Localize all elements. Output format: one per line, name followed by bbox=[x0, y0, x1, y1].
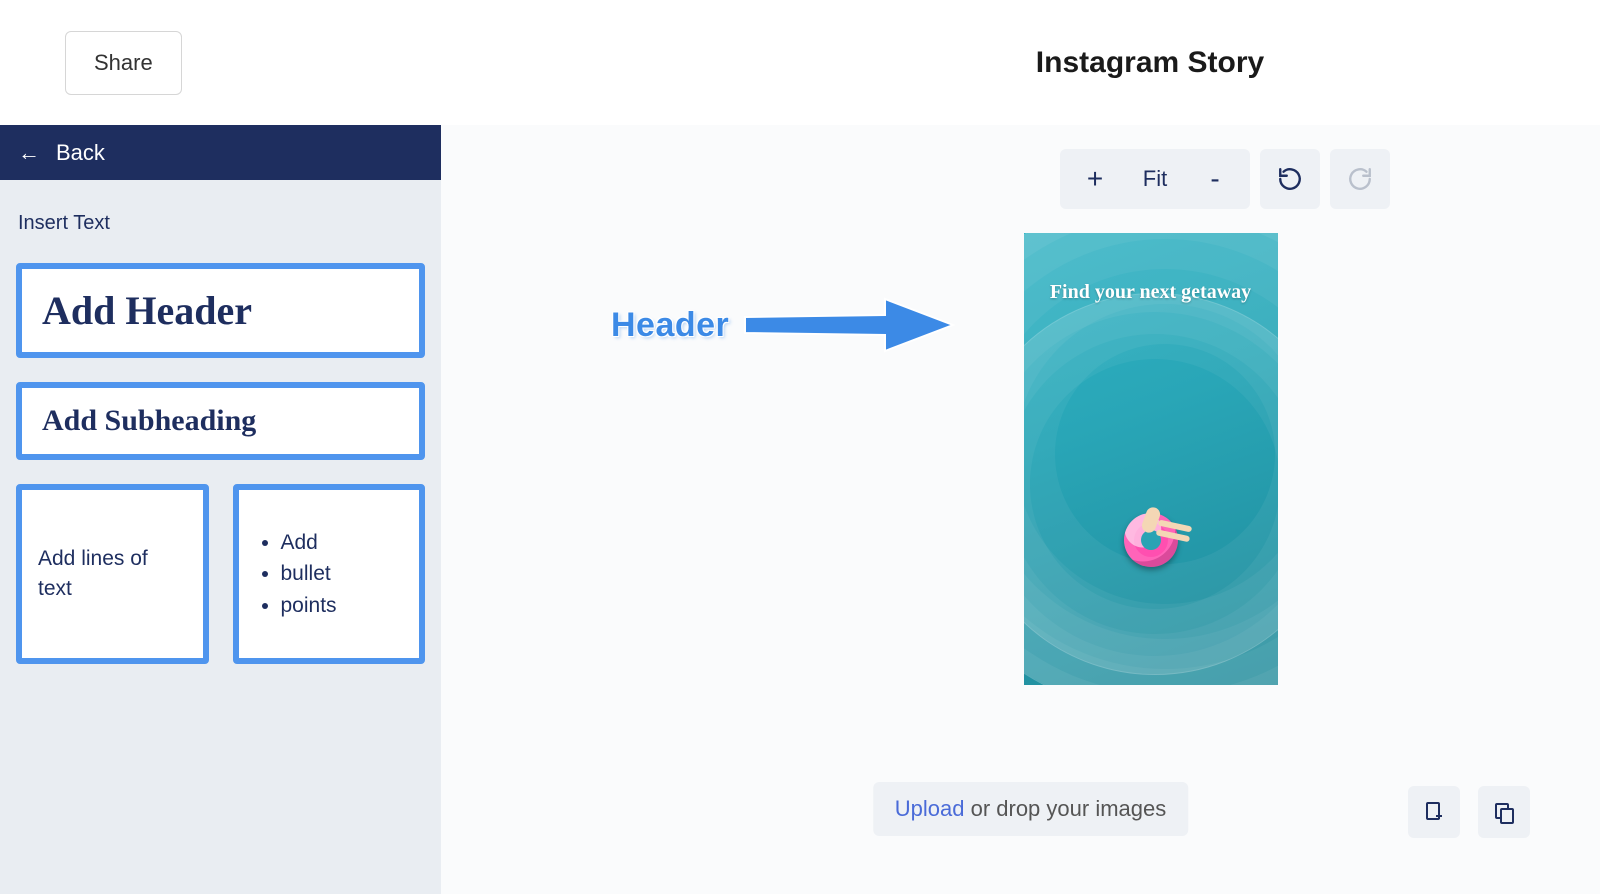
add-page-icon bbox=[1422, 800, 1446, 824]
insert-subheading-option[interactable]: Add Subheading bbox=[16, 382, 425, 460]
canvas-headline[interactable]: Find your next getaway bbox=[1024, 279, 1278, 306]
arrow-left-icon: ← bbox=[18, 140, 40, 166]
zoom-out-button[interactable]: - bbox=[1190, 163, 1240, 195]
zoom-level-label[interactable]: Fit bbox=[1120, 166, 1190, 192]
insert-header-option[interactable]: Add Header bbox=[16, 263, 425, 358]
zoom-control: + Fit - bbox=[1060, 149, 1250, 209]
top-bar: Share Instagram Story bbox=[0, 0, 1600, 125]
document-title-wrap: Instagram Story bbox=[450, 46, 1600, 80]
bullet-item: points bbox=[281, 590, 337, 622]
back-button[interactable]: ← Back bbox=[0, 125, 441, 180]
canvas-preview[interactable]: Find your next getaway bbox=[1024, 233, 1278, 685]
canvas-area: + Fit - Find your next getaway Header bbox=[441, 125, 1600, 894]
back-label: Back bbox=[56, 140, 105, 166]
sidebar-section-label: Insert Text bbox=[18, 212, 425, 235]
insert-subheading-label: Add Subheading bbox=[42, 404, 399, 438]
insert-bullets-option[interactable]: Add bullet points bbox=[233, 484, 426, 664]
upload-link[interactable]: Upload bbox=[895, 796, 965, 821]
redo-icon bbox=[1347, 166, 1373, 192]
insert-header-label: Add Header bbox=[42, 287, 399, 334]
duplicate-icon bbox=[1492, 800, 1516, 824]
zoom-in-button[interactable]: + bbox=[1070, 163, 1120, 195]
arrow-right-icon bbox=[735, 285, 955, 365]
main: ← Back Insert Text Add Header Add Subhea… bbox=[0, 125, 1600, 894]
canvas-toolbar: + Fit - bbox=[1060, 149, 1390, 209]
redo-button[interactable] bbox=[1330, 149, 1390, 209]
bullet-item: bullet bbox=[281, 558, 337, 590]
insert-lines-option[interactable]: Add lines of text bbox=[16, 484, 209, 664]
bullet-item: Add bbox=[281, 527, 337, 559]
canvas-corner-controls bbox=[1408, 786, 1530, 838]
add-page-button[interactable] bbox=[1408, 786, 1460, 838]
undo-button[interactable] bbox=[1260, 149, 1320, 209]
pool-float-graphic bbox=[1124, 513, 1178, 567]
share-button[interactable]: Share bbox=[65, 31, 182, 95]
duplicate-page-button[interactable] bbox=[1478, 786, 1530, 838]
upload-text: or drop your images bbox=[964, 796, 1166, 821]
sidebar: ← Back Insert Text Add Header Add Subhea… bbox=[0, 125, 441, 894]
annotation-label: Header bbox=[611, 306, 729, 345]
insert-row: Add lines of text Add bullet points bbox=[16, 484, 425, 664]
sidebar-content: Insert Text Add Header Add Subheading Ad… bbox=[0, 180, 441, 682]
insert-lines-label: Add lines of text bbox=[38, 544, 187, 605]
annotation: Header bbox=[611, 285, 955, 365]
insert-bullets-list: Add bullet points bbox=[255, 527, 337, 622]
document-title: Instagram Story bbox=[1036, 46, 1264, 80]
undo-icon bbox=[1277, 166, 1303, 192]
upload-bar[interactable]: Upload or drop your images bbox=[873, 782, 1188, 836]
